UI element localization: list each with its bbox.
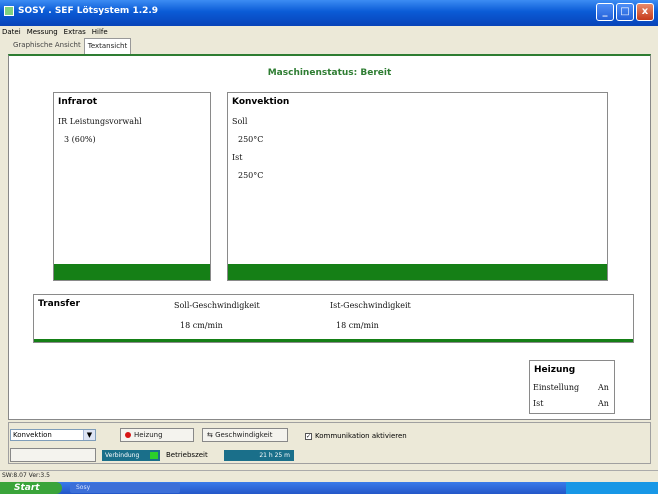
taskbar-item[interactable]: Sosy — [70, 483, 180, 493]
connection-indicator: Verbindung — [102, 450, 160, 461]
mode-select-value: Konvektion — [13, 431, 52, 439]
betriebszeit-value: 21 h 25 m — [259, 452, 290, 459]
konvektion-ist-label: Ist — [232, 153, 243, 162]
geschwindigkeit-button[interactable]: ⇆ Geschwindigkeit — [202, 428, 288, 442]
status-bar: SW:8.07 Ver:3.5 — [0, 470, 658, 480]
heizung-ist-label: Ist — [533, 399, 544, 408]
green-lamp-icon — [150, 452, 158, 459]
disabled-action-button[interactable] — [10, 448, 96, 462]
transfer-status-line — [34, 339, 633, 342]
konvektion-title: Konvektion — [232, 97, 290, 107]
window-title: SOSY . SEF Lötsystem 1.2.9 — [18, 6, 159, 16]
minimize-button[interactable]: _ — [596, 3, 614, 21]
betriebszeit-display: 21 h 25 m — [224, 450, 294, 461]
konvektion-soll-label: Soll — [232, 117, 248, 126]
window-titlebar[interactable]: SOSY . SEF Lötsystem 1.2.9 _ □ x — [0, 0, 658, 26]
close-button[interactable]: x — [636, 3, 654, 21]
heizung-title: Heizung — [534, 365, 576, 375]
menu-bar: Datei Messung Extras Hilfe — [0, 26, 658, 38]
heizung-button[interactable]: Heizung — [120, 428, 194, 442]
transfer-ist-label: Ist-Geschwindigkeit — [330, 301, 411, 310]
heizung-einstellung-value: An — [598, 383, 609, 392]
connection-indicator-label: Verbindung — [105, 452, 140, 459]
red-ball-icon — [125, 432, 131, 438]
transfer-soll-value: 18 cm/min — [180, 321, 223, 330]
window-controls: _ □ x — [596, 3, 654, 21]
konvektion-soll-value: 250°C — [238, 135, 264, 144]
transfer-soll-label: Soll-Geschwindigkeit — [174, 301, 260, 310]
heizung-ist-value: An — [598, 399, 609, 408]
tab-textansicht[interactable]: Textansicht — [83, 38, 132, 54]
system-tray — [566, 482, 658, 494]
start-button[interactable]: Start — [0, 482, 62, 494]
kommunikation-checkbox[interactable]: ✓ Kommunikation aktivieren — [305, 432, 407, 440]
swap-arrows-icon: ⇆ — [207, 431, 216, 439]
ir-leistung-value: 3 (60%) — [64, 135, 96, 144]
transfer-panel: Transfer Soll-Geschwindigkeit 18 cm/min … — [33, 294, 634, 343]
maximize-button[interactable]: □ — [616, 3, 634, 21]
konvektion-ist-value: 250°C — [238, 171, 264, 180]
transfer-ist-value: 18 cm/min — [336, 321, 379, 330]
transfer-title: Transfer — [38, 299, 80, 309]
menu-messung[interactable]: Messung — [27, 26, 58, 38]
infrarot-panel: Infrarot IR Leistungsvorwahl 3 (60%) — [53, 92, 211, 281]
heizung-button-label: Heizung — [134, 431, 163, 439]
konvektion-status-bar — [228, 264, 607, 280]
menu-extras[interactable]: Extras — [64, 26, 86, 38]
machine-status: Maschinenstatus: Bereit — [267, 68, 392, 78]
checkbox-check-icon[interactable]: ✓ — [305, 432, 312, 440]
geschwindigkeit-button-label: Geschwindigkeit — [215, 431, 273, 439]
menu-hilfe[interactable]: Hilfe — [92, 26, 108, 38]
infrarot-status-bar — [54, 264, 210, 280]
app-icon — [4, 6, 14, 16]
heizung-einstellung-label: Einstellung — [533, 383, 580, 392]
konvektion-panel: Konvektion Soll 250°C Ist 250°C — [227, 92, 608, 281]
taskbar: Start Sosy — [0, 482, 658, 494]
betriebszeit-label: Betriebszeit — [166, 451, 208, 459]
tab-graphische-ansicht[interactable]: Graphische Ansicht — [10, 38, 84, 54]
chevron-down-icon[interactable]: ▼ — [83, 430, 95, 440]
menu-datei[interactable]: Datei — [2, 26, 21, 38]
heizung-panel: Heizung Einstellung An Ist An — [529, 360, 615, 414]
view-tabs: Graphische Ansicht Textansicht — [0, 38, 132, 54]
main-panel: Maschinenstatus: Bereit Infrarot IR Leis… — [8, 54, 651, 420]
infrarot-title: Infrarot — [58, 97, 98, 107]
kommunikation-label: Kommunikation aktivieren — [315, 432, 407, 440]
mode-select[interactable]: Konvektion ▼ — [10, 429, 96, 441]
ir-leistung-label: IR Leistungsvorwahl — [58, 117, 142, 126]
